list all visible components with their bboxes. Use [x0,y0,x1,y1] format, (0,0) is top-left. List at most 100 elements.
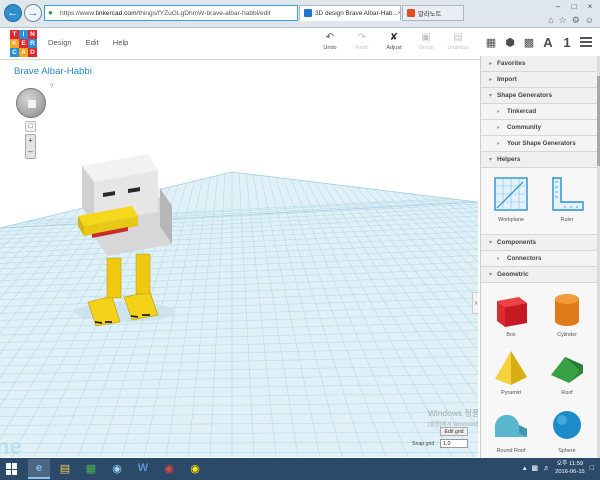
workplane-grid[interactable]: ne [0,60,478,457]
menu-help[interactable]: Help [113,38,129,47]
redo-label: Redo [355,45,369,51]
fit-view-button[interactable]: □ [25,121,36,132]
component-label: Connectors [507,255,542,262]
minimize-icon[interactable]: – [552,2,564,12]
redo-button[interactable]: ↷ Redo [346,30,378,58]
undo-button[interactable]: ↶ Undo [314,30,346,58]
zoom-control[interactable]: + – [25,134,36,159]
shape-cylinder[interactable]: Cylinder [539,287,595,345]
volume-icon[interactable]: ♬ [543,465,550,472]
group-button[interactable]: ▣ Group [410,30,442,58]
forward-button[interactable]: → [24,4,42,22]
chrome-icon[interactable]: ◉ [158,459,180,479]
home-icon[interactable]: ⌂ [548,15,553,26]
section-shape-generators[interactable]: ▾ Shape Generators [481,88,600,104]
cube-view-icon[interactable]: ⬢ [503,31,517,53]
adjust-label: Adjust [386,45,402,51]
ruler-shape-icon [552,177,584,211]
shape-ruler[interactable]: Ruler [539,172,595,230]
word-icon[interactable]: W [132,459,154,479]
geometric-grid: Box Cylinder Pyramid Roof Round Roof Sph… [481,283,600,458]
shape-sphere[interactable]: Sphere [539,403,595,458]
box-shape-icon [497,297,527,327]
shape-roof[interactable]: Roof [539,345,595,403]
windows-media-icon[interactable]: ◉ [106,459,128,479]
logo-letter: I [19,30,28,39]
tab-label: 알라노트 [418,10,442,18]
section-components[interactable]: ▾ Components [481,235,600,251]
menu-design[interactable]: Design [48,38,72,47]
taskbar-apps: e ▤ ▦ ◉ W ◉ ◉ [28,459,206,479]
browser-tools: ⌂ ☆ ⚙ ☺ [548,15,594,26]
section-import[interactable]: ▸ Import [481,72,600,88]
section-geometric[interactable]: ▾ Geometric [481,267,600,283]
windows-taskbar: e ▤ ▦ ◉ W ◉ ◉ ▴ ▩ ♬ 오후 11:59 2016-06-15 … [0,458,600,480]
shape-round-roof[interactable]: Round Roof [483,403,539,458]
section-label: Shape Generators [497,92,553,99]
store-icon[interactable]: ▦ [80,459,102,479]
file-explorer-icon[interactable]: ▤ [54,459,76,479]
snap-grid-label: Snap grid [412,441,435,447]
settings-gear-icon[interactable]: ⚙ [572,15,580,26]
menu-edit[interactable]: Edit [86,38,99,47]
browser-tab-active[interactable]: 3D design Brave Albar-Hab... × [299,5,401,21]
clock-date: 2016-06-15 [555,469,585,475]
activation-watermark-title: Windows 정품 인증 [428,408,478,418]
tray-up-arrow-icon[interactable]: ▴ [523,464,527,472]
undo-icon: ↶ [325,32,335,43]
caret-right-icon: ▸ [497,109,501,115]
browser-tab[interactable]: 알라노트 [402,5,464,21]
section-label: Components [497,239,537,246]
section-helpers[interactable]: ▾ Helpers [481,152,600,168]
grid-view-icon[interactable]: ▦ [484,31,498,53]
text-tool-icon[interactable]: A [541,31,555,53]
network-icon[interactable]: ▩ [531,464,538,472]
caret-right-icon: ▸ [497,256,501,262]
generator-item-tinkercad[interactable]: ▸ Tinkercad [481,104,600,120]
logo-letter: N [28,30,37,39]
notifications-icon[interactable]: □ [590,465,594,472]
window-controls: – □ × [552,2,596,12]
caret-down-icon: ▾ [489,272,493,278]
logo-letter: C [10,48,19,57]
snap-grid-select[interactable]: 1.0 [440,439,468,448]
address-bar[interactable]: ● https://www.tinkercad.com/things/fYZuG… [44,5,298,21]
back-button[interactable]: ← [4,4,22,22]
adjust-button[interactable]: ✘ Adjust [378,30,410,58]
view-orbit-control[interactable] [16,88,46,118]
section-favorites[interactable]: ▸ Favorites [481,56,600,72]
edit-grid-button[interactable]: Edit grid [440,427,468,436]
component-item-connectors[interactable]: ▸ Connectors [481,251,600,267]
shapes-panel: ▸ Favorites ▸ Import ▾ Shape Generators ▸ Ti… [480,56,600,458]
shape-box[interactable]: Box [483,287,539,345]
system-clock[interactable]: 오후 11:59 2016-06-15 [555,460,585,476]
smiley-icon[interactable]: ☺ [585,15,594,26]
ungroup-button[interactable]: ▤ Ungroup [442,30,474,58]
workplane-canvas[interactable]: ne Brave Albar-Habbi ? □ + – Windows 정품 … [0,60,478,457]
help-icon[interactable]: ? [50,84,53,90]
favorites-star-icon[interactable]: ☆ [559,15,567,26]
close-icon[interactable]: × [584,2,596,12]
main-menu: Design Edit Help [48,38,128,47]
hamburger-menu-icon[interactable] [579,31,593,53]
design-title[interactable]: Brave Albar-Habbi [14,66,92,77]
shape-label: Roof [561,390,573,396]
tinkercad-favicon-icon [304,9,312,17]
logo-letter: T [10,30,19,39]
bricks-view-icon[interactable]: ▩ [522,31,536,53]
windows-start-icon[interactable] [6,463,18,475]
restore-icon[interactable]: □ [568,2,580,12]
internet-explorer-icon[interactable]: e [28,459,50,479]
generator-item-community[interactable]: ▸ Community [481,120,600,136]
tinkercad-logo[interactable]: T I N K E R C A D [10,30,38,58]
page-favicon-icon [407,9,415,17]
shape-workplane[interactable]: Workplane [483,172,539,230]
kakaotalk-icon[interactable]: ◉ [184,459,206,479]
panel-collapse-chevron-icon[interactable]: › [472,292,478,314]
tab-close-icon[interactable]: × [398,10,400,17]
shape-pyramid[interactable]: Pyramid [483,345,539,403]
generator-item-your-shape-generators[interactable]: ▸ Your Shape Generators [481,136,600,152]
view-tools: ▦ ⬢ ▩ A 1 [484,31,593,53]
round-roof-shape-icon [494,414,527,437]
number-tool-icon[interactable]: 1 [560,31,574,53]
